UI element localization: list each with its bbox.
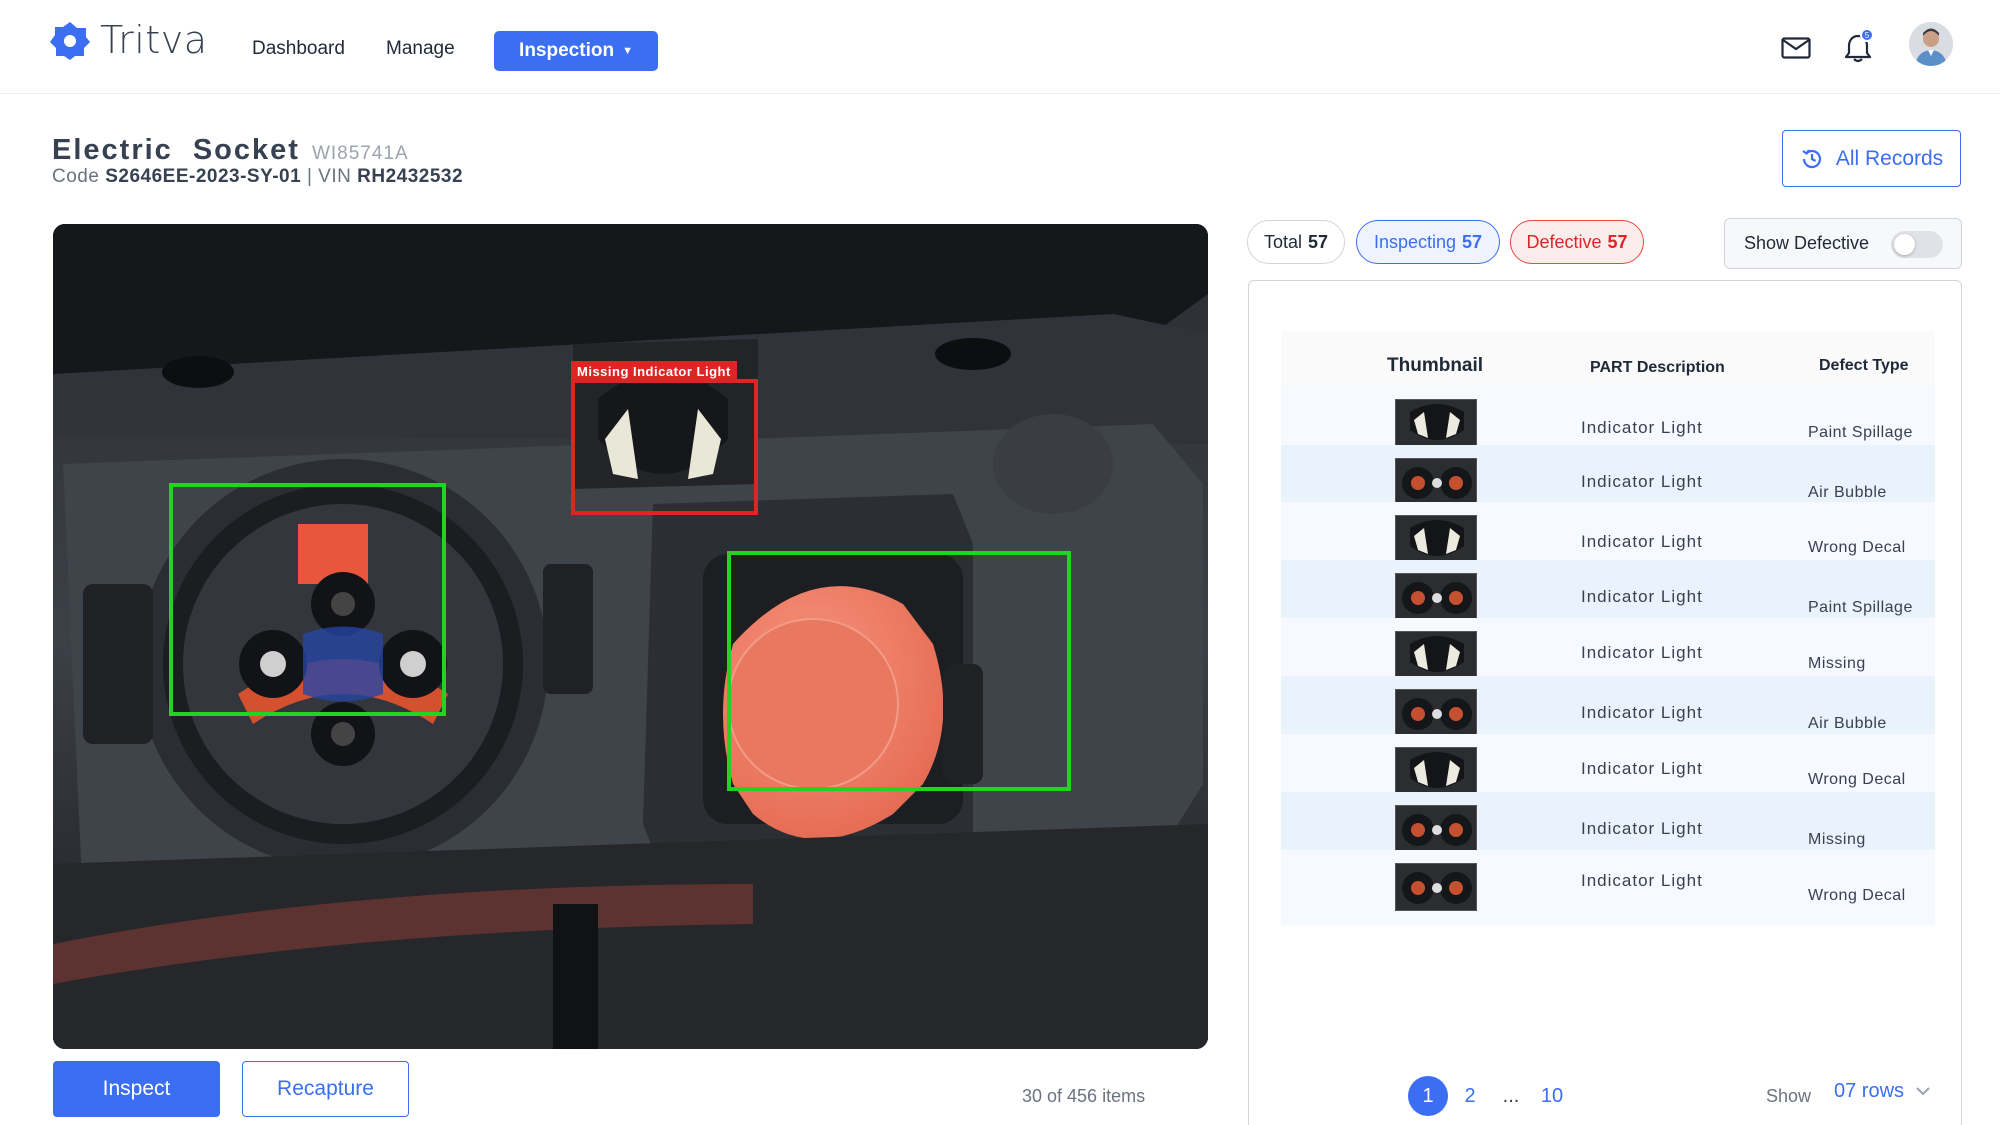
defect-type-cell: Air Bubble	[1808, 484, 1887, 501]
show-defective-toggle[interactable]	[1891, 231, 1943, 258]
bell-icon[interactable]: 5	[1838, 28, 1878, 68]
thumbnail-indicator-light-image[interactable]	[1395, 631, 1477, 679]
thumbnail-socket-image[interactable]	[1395, 573, 1477, 621]
product-name: Electric Socket	[52, 134, 300, 166]
filter-defective-count: 57	[1607, 231, 1628, 252]
defect-type-cell: Paint Spillage	[1808, 599, 1913, 616]
items-count: 30 of 456 items	[1022, 1086, 1146, 1106]
table-row[interactable]: Indicator Light Wrong Decal	[1281, 850, 1935, 925]
thumbnail-socket-image[interactable]	[1395, 458, 1477, 506]
product-vin: RH2432532	[357, 166, 464, 187]
meta-separator: |	[306, 166, 313, 187]
defect-type-cell: Air Bubble	[1808, 715, 1887, 732]
detection-box-defect[interactable]: Missing Indicator Light	[571, 361, 758, 515]
part-description-cell: Indicator Light	[1581, 587, 1703, 606]
nav-manage[interactable]: Manage	[386, 38, 455, 60]
defect-type-cell: Wrong Decal	[1808, 771, 1906, 788]
all-records-button[interactable]: All Records	[1782, 130, 1961, 187]
show-defective-control: Show Defective	[1724, 218, 1962, 269]
header-thumbnail: Thumbnail	[1387, 355, 1484, 376]
notification-badge: 5	[1860, 28, 1874, 42]
page-10-button[interactable]: 10	[1537, 1076, 1567, 1116]
page-1-button[interactable]: 1	[1408, 1076, 1448, 1116]
filter-inspecting-count: 57	[1462, 231, 1483, 252]
history-icon	[1802, 148, 1821, 168]
brand-name: Tritva	[100, 18, 208, 62]
rows-per-page-select[interactable]: 07 rows	[1834, 1080, 1930, 1103]
filter-defective-label: Defective	[1526, 231, 1602, 252]
product-code: S2646EE-2023-SY-01	[105, 166, 302, 187]
thumbnail-socket-image[interactable]	[1395, 805, 1477, 853]
nav-inspection-label: Inspection	[519, 40, 615, 61]
thumbnail-indicator-light-image[interactable]	[1395, 747, 1477, 795]
rows-per-page-value: 07 rows	[1834, 1080, 1905, 1102]
filter-total-label: Total	[1263, 231, 1302, 252]
caret-down-icon: ▼	[622, 45, 633, 57]
header-part-description: PART Description	[1590, 359, 1725, 376]
defect-type-cell: Missing	[1808, 831, 1866, 848]
part-description-cell: Indicator Light	[1581, 759, 1703, 778]
part-description-cell: Indicator Light	[1581, 532, 1703, 551]
page-2-button[interactable]: 2	[1460, 1076, 1480, 1116]
filter-total-count: 57	[1308, 231, 1329, 252]
inspect-button[interactable]: Inspect	[53, 1061, 220, 1117]
thumbnail-socket-image[interactable]	[1395, 863, 1477, 911]
filter-inspecting-label: Inspecting	[1373, 231, 1457, 252]
logo-icon	[50, 22, 90, 60]
filter-defective[interactable]: Defective 57	[1510, 220, 1644, 264]
filter-total[interactable]: Total 57	[1247, 220, 1345, 264]
defect-type-cell: Wrong Decal	[1808, 887, 1906, 904]
top-navbar: Tritva Dashboard Manage Inspection ▼ 5	[0, 0, 2000, 94]
part-description-cell: Indicator Light	[1581, 819, 1703, 838]
chevron-down-icon	[1916, 1087, 1930, 1096]
defect-type-cell: Missing	[1808, 655, 1866, 672]
recapture-button[interactable]: Recapture	[242, 1061, 409, 1117]
part-description-cell: Indicator Light	[1581, 418, 1703, 437]
part-description-cell: Indicator Light	[1581, 472, 1703, 491]
thumbnail-indicator-light-image[interactable]	[1395, 515, 1477, 563]
defect-type-cell: Wrong Decal	[1808, 539, 1906, 556]
defects-table-panel: Thumbnail PART Description Defect Type I…	[1248, 280, 1962, 1125]
show-defective-label: Show Defective	[1744, 233, 1870, 253]
user-avatar[interactable]	[1909, 22, 1953, 66]
brand-logo[interactable]: Tritva	[50, 18, 207, 62]
inspection-image: Missing Indicator Light	[53, 224, 1208, 1049]
detection-box-ok[interactable]	[727, 551, 1071, 791]
table-header: Thumbnail PART Description Defect Type	[1281, 331, 1935, 387]
detection-label: Missing Indicator Light	[571, 361, 737, 382]
thumbnail-socket-image[interactable]	[1395, 689, 1477, 737]
code-label: Code	[52, 166, 100, 187]
all-records-label: All Records	[1835, 146, 1944, 170]
nav-inspection-dropdown[interactable]: Inspection ▼	[494, 31, 658, 71]
rows-per-page-label: Show	[1766, 1086, 1812, 1106]
header-defect-type: Defect Type	[1819, 357, 1909, 374]
product-id: WI85741A	[311, 143, 409, 164]
product-meta: Code S2646EE-2023-SY-01 | VIN RH2432532	[52, 166, 463, 188]
part-description-cell: Indicator Light	[1581, 703, 1703, 722]
part-description-cell: Indicator Light	[1581, 643, 1703, 662]
thumbnail-indicator-light-image[interactable]	[1395, 399, 1477, 447]
mail-icon[interactable]	[1776, 28, 1816, 68]
page-ellipsis: ...	[1502, 1084, 1520, 1107]
defect-type-cell: Paint Spillage	[1808, 424, 1913, 441]
toggle-knob	[1894, 234, 1915, 255]
part-description-cell: Indicator Light	[1581, 871, 1703, 890]
filter-inspecting[interactable]: Inspecting 57	[1356, 220, 1500, 264]
nav-dashboard[interactable]: Dashboard	[252, 38, 345, 60]
detection-box-ok[interactable]	[169, 483, 446, 716]
vin-label: VIN	[318, 166, 352, 187]
product-title: Electric Socket WI85741A	[52, 134, 409, 167]
